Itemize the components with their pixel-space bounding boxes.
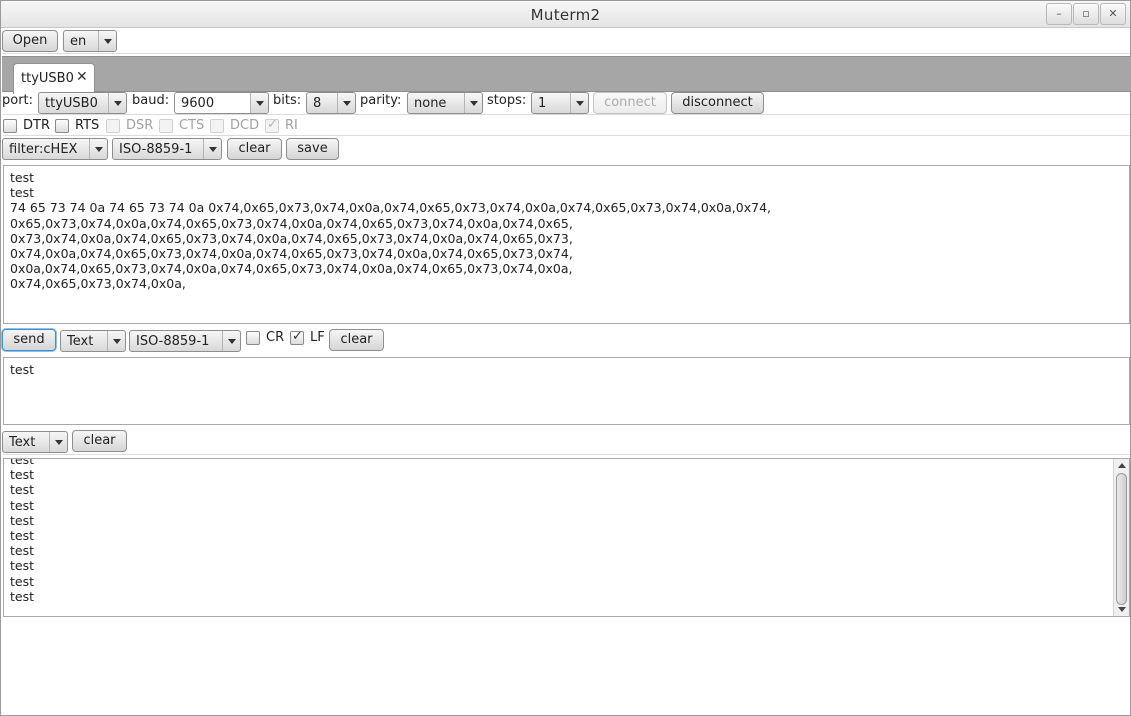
rts-label: RTS [75, 118, 100, 133]
chevron-down-icon [108, 93, 126, 113]
chevron-down-icon [203, 139, 221, 159]
history-clear-button[interactable]: clear [72, 430, 127, 452]
bits-value: 8 [313, 96, 322, 111]
language-value: en [70, 34, 87, 49]
port-value: ttyUSB0 [45, 96, 98, 111]
chevron-down-icon [49, 432, 67, 452]
maximize-icon: ▫ [1082, 7, 1090, 20]
chevron-down-icon [337, 93, 355, 113]
window-controls: – ▫ ✕ [1045, 3, 1126, 25]
send-button[interactable]: send [2, 329, 56, 351]
scroll-down-icon[interactable] [1114, 603, 1129, 616]
language-select[interactable]: en [63, 30, 117, 52]
history-mode-select[interactable]: Text [2, 431, 68, 453]
receive-text: test test 74 65 73 74 0a 74 65 73 74 0a … [10, 170, 771, 292]
chevron-down-icon [570, 93, 588, 113]
send-clear-button[interactable]: clear [329, 329, 384, 351]
stops-select[interactable]: 1 [531, 92, 589, 114]
send-encoding-select[interactable]: ISO-8859-1 [129, 330, 241, 352]
receive-clear-button[interactable]: clear [227, 138, 282, 160]
title-bar[interactable]: Muterm2 – ▫ ✕ [1, 1, 1130, 28]
baud-value[interactable]: 9600 [181, 96, 214, 111]
parity-select[interactable]: none [407, 92, 483, 114]
parity-label: parity: [360, 93, 402, 108]
tab-label: ttyUSB0 [21, 71, 74, 86]
receive-filter-select[interactable]: filter:cHEX [2, 138, 108, 160]
chevron-down-icon [89, 139, 107, 159]
chevron-down-icon [464, 93, 482, 113]
send-text: test [10, 362, 35, 377]
lf-checkbox[interactable]: ✓ [290, 329, 304, 345]
minimize-button[interactable]: – [1046, 3, 1072, 25]
cr-checkbox[interactable] [246, 331, 260, 345]
history-divider [3, 454, 1130, 455]
dtr-label: DTR [23, 118, 50, 133]
history-mode-value: Text [9, 435, 36, 450]
port-select[interactable]: ttyUSB0 [38, 92, 127, 114]
receive-encoding-select[interactable]: ISO-8859-1 [112, 138, 222, 160]
dtr-checkbox[interactable] [3, 119, 17, 133]
port-settings-divider [3, 114, 1130, 115]
open-button[interactable]: Open [2, 30, 58, 52]
history-scrollbar[interactable] [1113, 459, 1129, 616]
connect-button[interactable]: connect [593, 92, 667, 114]
tab-ttyusb0[interactable]: ttyUSB0 ✕ [13, 63, 95, 94]
close-button[interactable]: ✕ [1100, 3, 1126, 25]
tab-close-icon[interactable]: ✕ [76, 69, 88, 85]
send-textarea[interactable]: test [3, 357, 1130, 425]
lf-label: LF [310, 330, 325, 345]
port-label: port: [2, 93, 34, 108]
chevron-down-icon [107, 331, 125, 351]
cr-label: CR [266, 330, 285, 345]
history-textarea[interactable]: test test test test test test test test … [3, 458, 1130, 617]
signals-divider [3, 135, 1130, 136]
close-icon: ✕ [1108, 7, 1118, 20]
send-encoding-value: ISO-8859-1 [136, 334, 210, 349]
chevron-down-icon[interactable] [250, 93, 268, 113]
receive-textarea[interactable]: test test 74 65 73 74 0a 74 65 73 74 0a … [3, 165, 1130, 324]
parity-value: none [414, 96, 447, 111]
disconnect-button[interactable]: disconnect [671, 92, 764, 114]
baud-select[interactable]: 9600 [174, 92, 269, 114]
baud-label: baud: [132, 93, 170, 108]
scroll-thumb[interactable] [1116, 473, 1127, 605]
stops-value: 1 [538, 96, 547, 111]
rts-checkbox[interactable] [55, 119, 69, 133]
chevron-down-icon [222, 331, 240, 351]
cts-label: CTS [179, 118, 205, 133]
maximize-button[interactable]: ▫ [1073, 3, 1099, 25]
minimize-icon: – [1056, 7, 1062, 20]
bits-label: bits: [273, 93, 302, 108]
stops-label: stops: [487, 93, 527, 108]
history-text: test test test test test test test test … [10, 458, 35, 604]
ri-label: RI [285, 118, 298, 133]
tab-bar: ttyUSB0 ✕ [2, 56, 1131, 94]
check-icon: ✓ [292, 329, 303, 344]
bits-select[interactable]: 8 [306, 92, 356, 114]
receive-encoding-value: ISO-8859-1 [119, 142, 193, 157]
dsr-checkbox [106, 119, 120, 133]
receive-save-button[interactable]: save [286, 138, 339, 160]
dsr-label: DSR [126, 118, 154, 133]
chevron-down-icon [98, 31, 116, 51]
send-mode-select[interactable]: Text [60, 330, 126, 352]
dcd-checkbox [210, 119, 224, 133]
scroll-up-icon[interactable] [1114, 459, 1129, 472]
check-icon: ✓ [267, 117, 278, 132]
window-title: Muterm2 [530, 6, 601, 24]
dcd-label: DCD [230, 118, 260, 133]
receive-filter-value: filter:cHEX [9, 142, 78, 157]
toolbar-divider [3, 53, 1130, 54]
send-mode-value: Text [67, 334, 94, 349]
cts-checkbox [159, 119, 173, 133]
app-window: Muterm2 – ▫ ✕ Open en ttyUSB0 ✕ port: tt… [0, 0, 1131, 716]
ri-checkbox: ✓ [265, 117, 279, 133]
